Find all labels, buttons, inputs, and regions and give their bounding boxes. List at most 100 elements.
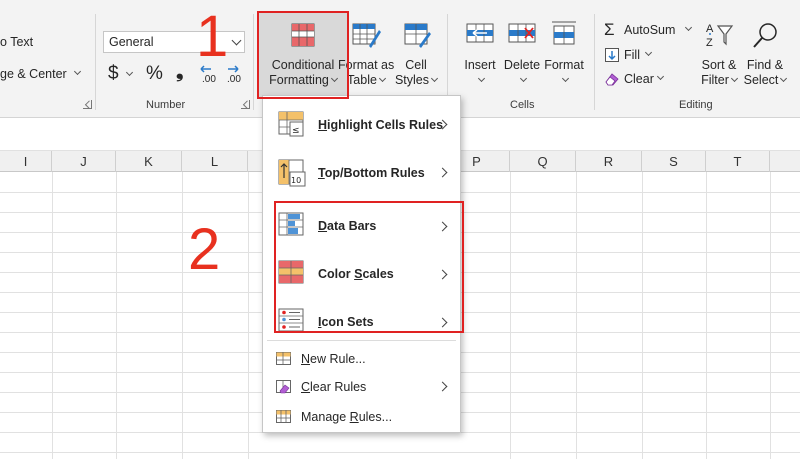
chevron-down-icon — [656, 72, 665, 81]
clear-rules-label: Clear Rules — [301, 380, 366, 394]
menu-item-top-bottom-rules[interactable]: 10 Top/Bottom Rules — [263, 150, 460, 196]
delete-cells-button[interactable]: Delete — [502, 20, 542, 88]
currency-dropdown-icon[interactable] — [125, 68, 134, 77]
step-one-number: 1 — [196, 4, 229, 69]
grid-line — [510, 172, 511, 459]
svg-text:10: 10 — [291, 176, 301, 185]
column-header[interactable]: T — [706, 151, 770, 172]
grid-line — [770, 172, 771, 459]
group-divider — [253, 14, 254, 110]
fill-label: Fill — [624, 48, 640, 62]
highlight-box-step-one — [257, 11, 349, 99]
menu-mnemonic: H — [318, 118, 328, 132]
menu-item-new-rule[interactable]: New Rule... — [263, 346, 460, 372]
column-header[interactable]: R — [576, 151, 642, 172]
group-divider — [594, 14, 595, 110]
sort-filter-label-1: Sort & — [701, 58, 737, 72]
format-cells-icon — [552, 21, 576, 45]
insert-cells-icon — [466, 23, 494, 43]
format-caret-wrap — [542, 73, 586, 88]
number-group-label: Number — [146, 99, 186, 111]
find-select-label-2-wrap: Select — [741, 73, 789, 88]
grid-line — [248, 172, 249, 459]
grid-line — [576, 172, 577, 459]
format-cells-label: Format — [544, 58, 584, 72]
clear-rules-icon — [276, 380, 291, 394]
format-as-table-icon — [352, 23, 381, 48]
grid-line — [642, 172, 643, 459]
chevron-right-icon — [437, 167, 448, 178]
chevron-right-icon — [437, 381, 448, 392]
svg-text:Z: Z — [706, 37, 713, 49]
cell-styles-button[interactable]: Cell Styles — [394, 20, 439, 88]
chevron-down-icon — [644, 48, 653, 57]
editing-group-label: Editing — [679, 99, 713, 111]
new-rule-icon — [276, 352, 291, 365]
grid-line — [0, 452, 800, 453]
top-bottom-rules-label: Top/Bottom Rules — [318, 166, 425, 180]
insert-cells-label: Insert — [464, 58, 496, 72]
new-rule-label: New Rule... — [301, 352, 366, 366]
column-header[interactable]: I — [0, 151, 52, 172]
comma-style-button[interactable]: ❟ — [176, 61, 183, 83]
wrap-text-button[interactable]: o Text — [0, 35, 33, 49]
autosum-label: AutoSum — [624, 23, 676, 37]
menu-label-rest: lear Rules — [310, 380, 367, 394]
merge-center-dropdown-icon[interactable] — [73, 67, 82, 76]
highlight-cells-rules-icon: ≤ — [278, 111, 304, 137]
magnifier-icon — [753, 23, 777, 48]
sort-filter-button[interactable]: A Z Sort & Filter — [697, 20, 741, 88]
highlight-cells-rules-label: Highlight Cells Rules — [318, 118, 443, 132]
column-header[interactable]: J — [52, 151, 116, 172]
column-header[interactable]: Q — [510, 151, 576, 172]
chevron-down-icon — [519, 74, 528, 83]
number-format-value: General — [109, 35, 154, 49]
format-cells-button[interactable]: Format — [542, 20, 586, 88]
menu-label-rest: ew Rule... — [310, 352, 366, 366]
chevron-down-icon — [780, 74, 788, 83]
delete-cells-label: Delete — [503, 58, 541, 72]
menu-mnemonic: C — [301, 380, 311, 394]
cell-styles-label-2-wrap: Styles — [394, 73, 439, 88]
top-bottom-rules-icon: 10 — [278, 159, 306, 187]
decrease-decimal-label: .00 — [227, 74, 241, 85]
menu-item-highlight-cells-rules[interactable]: ≤ Highlight Cells Rules — [263, 102, 460, 148]
manage-rules-icon — [276, 410, 291, 423]
menu-label-pre: Manage — [301, 410, 350, 424]
currency-format-button[interactable]: $ — [108, 63, 119, 85]
grid-line — [116, 172, 117, 459]
merge-center-button[interactable]: ge & Center — [0, 67, 67, 81]
fill-down-icon — [605, 48, 619, 62]
sort-filter-label-2: Filter — [701, 73, 729, 87]
delete-caret-wrap — [502, 73, 542, 88]
alignment-dialog-launcher-icon[interactable] — [83, 100, 92, 109]
cells-group-label: Cells — [510, 99, 535, 111]
sort-filter-icon: A Z — [706, 23, 734, 49]
cell-styles-label-2: Styles — [394, 73, 430, 87]
sigma-icon: Σ — [604, 20, 615, 39]
number-dialog-launcher-icon[interactable] — [241, 100, 250, 109]
column-header[interactable]: L — [182, 151, 248, 172]
grid-line — [706, 172, 707, 459]
menu-item-manage-rules[interactable]: Manage Rules... — [263, 404, 460, 430]
column-header[interactable]: S — [642, 151, 706, 172]
menu-item-clear-rules[interactable]: Clear Rules — [263, 374, 460, 400]
chevron-down-icon — [561, 74, 570, 83]
insert-cells-button[interactable]: Insert — [458, 20, 502, 88]
cell-styles-icon — [404, 23, 431, 48]
highlight-box-step-two — [274, 201, 464, 333]
chevron-down-icon — [231, 35, 242, 46]
percent-style-button[interactable]: % — [146, 63, 163, 85]
grid-line — [182, 172, 183, 459]
insert-caret-wrap — [458, 73, 502, 88]
find-select-label-2: Select — [743, 73, 779, 87]
menu-mnemonic: N — [301, 352, 311, 366]
column-header[interactable]: K — [116, 151, 182, 172]
find-select-label-1: Find & — [746, 58, 784, 72]
menu-mnemonic: R — [349, 410, 359, 424]
find-select-button[interactable]: Find & Select — [741, 20, 789, 88]
menu-separator — [267, 340, 456, 341]
sort-filter-label-2-wrap: Filter — [697, 73, 741, 88]
clear-label: Clear — [624, 72, 654, 86]
manage-rules-label: Manage Rules... — [301, 410, 392, 424]
